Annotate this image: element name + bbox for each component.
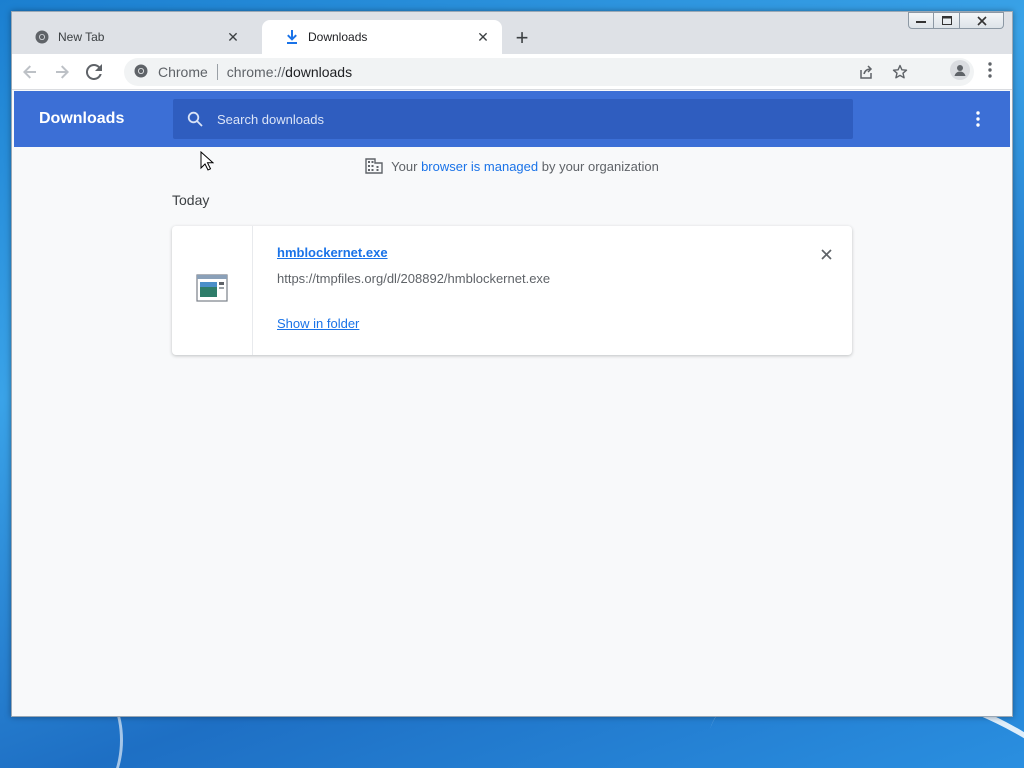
close-window-button[interactable]	[960, 12, 1004, 29]
mouse-cursor-icon	[200, 150, 215, 176]
minimize-button[interactable]	[908, 12, 934, 29]
chrome-icon	[34, 29, 50, 45]
search-input[interactable]	[217, 111, 817, 127]
downloads-menu-button[interactable]	[968, 109, 988, 129]
close-tab-icon[interactable]: ✕	[224, 28, 242, 46]
close-icon	[820, 248, 832, 260]
back-button[interactable]	[16, 58, 44, 86]
download-item: hmblockernet.exe https://tmpfiles.org/dl…	[172, 226, 852, 355]
address-bar[interactable]: Chrome chrome:// downloads	[124, 58, 974, 86]
omnibox-actions	[854, 58, 912, 86]
search-icon	[187, 110, 205, 128]
search-bar[interactable]	[173, 99, 853, 139]
managed-text-suffix: by your organization	[538, 158, 659, 174]
profile-button[interactable]	[948, 58, 972, 82]
show-in-folder-link[interactable]: Show in folder	[277, 316, 359, 331]
back-arrow-icon	[23, 64, 36, 79]
star-icon	[892, 64, 908, 79]
bookmark-star-button[interactable]	[888, 60, 912, 84]
more-vert-icon	[988, 62, 992, 78]
share-button[interactable]	[854, 60, 878, 84]
restore-icon	[941, 16, 952, 25]
omnibox-divider	[216, 64, 218, 80]
reload-icon	[86, 63, 102, 80]
page-title: Downloads	[39, 110, 125, 127]
more-vert-icon	[976, 111, 980, 127]
executable-file-icon	[196, 274, 228, 307]
managed-link[interactable]: browser is managed	[421, 159, 538, 174]
chrome-menu-button[interactable]	[978, 58, 1002, 82]
site-chip: Chrome	[158, 64, 208, 80]
browser-window: New Tab ✕ Downloads ✕ + Chrome chrome://…	[11, 11, 1013, 717]
window-controls	[908, 12, 1004, 29]
chrome-icon	[134, 64, 150, 80]
avatar-icon	[950, 60, 970, 80]
share-icon	[860, 65, 873, 79]
forward-button[interactable]	[48, 58, 76, 86]
managed-notice: Your browser is managed by your organiza…	[12, 158, 1012, 174]
forward-arrow-icon	[56, 64, 69, 79]
minimize-icon	[916, 20, 926, 23]
url-path: downloads	[285, 64, 353, 80]
managed-text-prefix: Your	[391, 158, 422, 174]
new-tab-button[interactable]: +	[510, 26, 534, 50]
remove-download-button[interactable]	[816, 244, 836, 264]
reload-button[interactable]	[80, 58, 108, 86]
downloads-header: Downloads	[14, 91, 1010, 147]
date-heading: Today	[172, 192, 210, 208]
file-name-link[interactable]: hmblockernet.exe	[277, 245, 388, 260]
tab-new-tab[interactable]: New Tab ✕	[12, 20, 252, 54]
file-source-url[interactable]: https://tmpfiles.org/dl/208892/hmblocker…	[277, 271, 550, 286]
restore-button[interactable]	[934, 12, 960, 29]
file-icon-area	[172, 226, 253, 355]
url-scheme: chrome://	[226, 64, 286, 80]
tab-title: Downloads	[308, 30, 368, 44]
browser-toolbar: Chrome chrome:// downloads	[12, 54, 1012, 90]
tab-title: New Tab	[58, 30, 105, 44]
close-icon	[976, 15, 987, 26]
toolbar-right	[948, 58, 1002, 82]
download-icon	[284, 29, 300, 45]
tab-strip: New Tab ✕ Downloads ✕ +	[12, 12, 1012, 54]
close-tab-icon[interactable]: ✕	[474, 28, 492, 46]
building-icon	[365, 158, 383, 174]
tab-downloads[interactable]: Downloads ✕	[262, 20, 502, 54]
